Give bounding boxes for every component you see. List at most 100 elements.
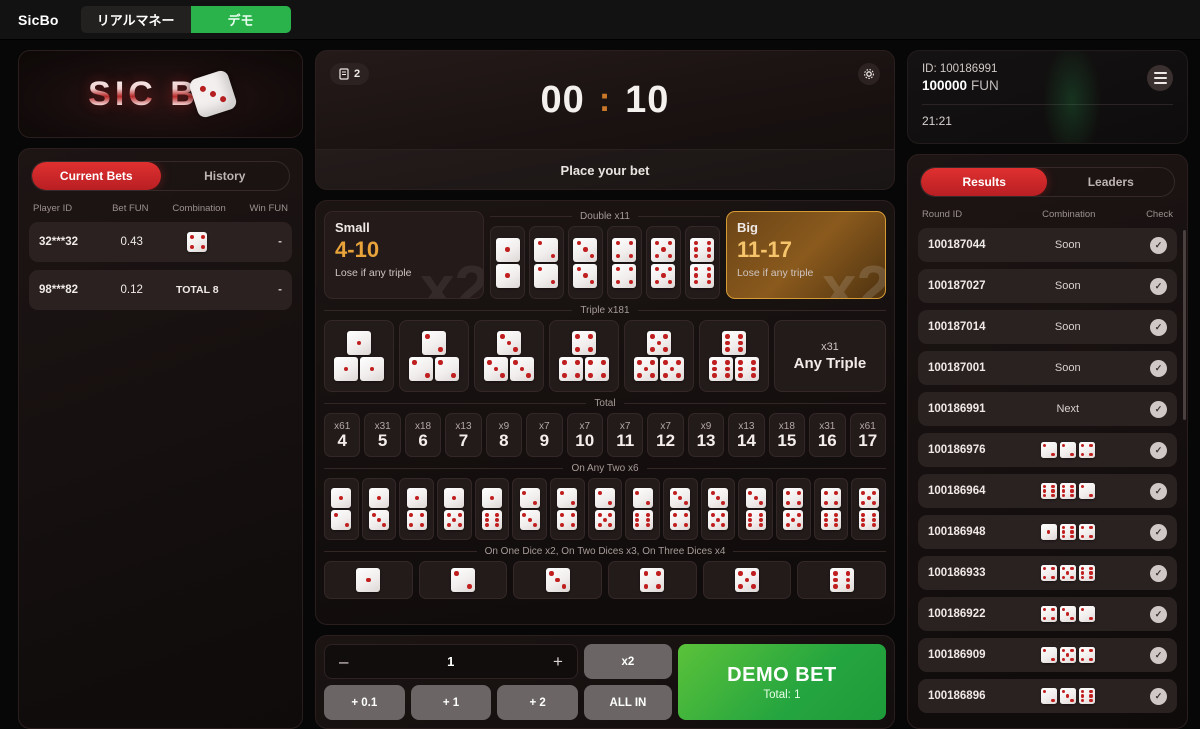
bet-any-two-1-4[interactable] <box>399 478 434 540</box>
bet-any-two-2-6[interactable] <box>625 478 660 540</box>
die-face-2 <box>632 488 653 508</box>
demo-bet-button[interactable]: DEMO BET Total: 1 <box>677 644 886 720</box>
bet-any-two-2-3[interactable] <box>512 478 547 540</box>
die-face-3 <box>483 357 508 381</box>
bet-any-two-2-4[interactable] <box>549 478 585 540</box>
bet-amount-value[interactable]: 1 <box>447 654 454 669</box>
bet-total-7[interactable]: x13 7 <box>445 413 482 457</box>
total-multiplier: x31 <box>374 420 391 432</box>
die-face-3 <box>745 488 766 508</box>
bet-total-9[interactable]: x7 9 <box>526 413 563 457</box>
total-multiplier: x61 <box>334 420 351 432</box>
bet-single-6[interactable] <box>797 561 886 599</box>
results-tabs: Results Leaders <box>919 167 1175 197</box>
bet-small[interactable]: Small 4-10 Lose if any triple x2 <box>324 211 485 299</box>
bet-double-1[interactable] <box>490 226 525 299</box>
die-face-1 <box>331 488 352 508</box>
result-row: 100187027 Soon ✓ <box>917 269 1177 303</box>
bet-triple-3[interactable] <box>473 320 544 392</box>
bet-total-4[interactable]: x61 4 <box>324 413 361 457</box>
bet-single-2[interactable] <box>418 561 508 599</box>
bet-double-6[interactable] <box>684 226 720 299</box>
bet-triple-2[interactable] <box>399 320 469 392</box>
tab-results[interactable]: Results <box>920 168 1048 196</box>
check-circle-icon[interactable]: ✓ <box>1150 605 1167 623</box>
quick-add-1-button[interactable]: + 1 <box>410 685 492 720</box>
check-circle-icon[interactable]: ✓ <box>1150 523 1167 541</box>
bet-any-two-3-4[interactable] <box>662 478 698 540</box>
bet-any-two-5-6[interactable] <box>851 478 886 540</box>
settings-button[interactable] <box>857 63 880 85</box>
check-circle-icon[interactable]: ✓ <box>1150 564 1167 582</box>
bet-triple-6[interactable] <box>698 320 769 392</box>
bet-total-11[interactable]: x7 11 <box>606 413 644 457</box>
bet-total-5[interactable]: x31 5 <box>364 413 401 457</box>
quick-add-0.1-button[interactable]: + 0.1 <box>324 685 405 720</box>
check-circle-icon[interactable]: ✓ <box>1150 482 1167 500</box>
die-face-3 <box>545 568 570 592</box>
tab-leaders[interactable]: Leaders <box>1047 168 1174 196</box>
bet-any-two-1-2[interactable] <box>324 478 359 540</box>
bets-table-body: 32***32 0.43 - 98***82 0.12 TOTAL 8 - <box>19 222 302 310</box>
bet-triple-1[interactable] <box>324 320 394 392</box>
all-in-button[interactable]: ALL IN <box>583 685 672 720</box>
bet-triple-4[interactable] <box>548 320 619 392</box>
check-circle-icon[interactable]: ✓ <box>1150 318 1167 336</box>
tab-current-bets[interactable]: Current Bets <box>32 162 161 190</box>
bet-triple-5[interactable] <box>623 320 694 392</box>
bet-single-5[interactable] <box>702 561 792 599</box>
total-number: 12 <box>656 430 676 450</box>
bet-double-3[interactable] <box>567 226 603 299</box>
tab-real-money[interactable]: リアルマネー <box>80 6 191 33</box>
bet-slips-badge[interactable]: 2 <box>330 63 370 85</box>
bet-total-14[interactable]: x13 14 <box>728 413 765 457</box>
bet-total-10[interactable]: x7 10 <box>566 413 603 457</box>
triple-bottom-pair <box>633 357 684 381</box>
bet-total-12[interactable]: x7 12 <box>647 413 684 457</box>
results-scrollbar[interactable] <box>1183 230 1186 420</box>
bet-total-17[interactable]: x61 17 <box>849 413 886 457</box>
bet-big[interactable]: Big 11-17 Lose if any triple x2 <box>725 211 886 299</box>
check-circle-icon[interactable]: ✓ <box>1150 400 1167 418</box>
bet-any-two-2-5[interactable] <box>587 478 623 540</box>
check-circle-icon[interactable]: ✓ <box>1150 687 1167 705</box>
bet-any-triple[interactable]: x31 Any Triple <box>773 320 886 392</box>
bet-total-6[interactable]: x18 6 <box>404 413 442 457</box>
bet-double-4[interactable] <box>606 226 642 299</box>
any-two-row <box>324 478 886 540</box>
bet-single-3[interactable] <box>513 561 602 599</box>
bet-any-two-3-5[interactable] <box>700 478 736 540</box>
bet-any-two-3-6[interactable] <box>738 478 773 540</box>
check-circle-icon[interactable]: ✓ <box>1150 236 1167 254</box>
result-row: 100186948 ✓ <box>917 515 1177 549</box>
tab-history[interactable]: History <box>161 162 289 190</box>
bet-any-two-1-5[interactable] <box>436 478 472 540</box>
result-combination: Soon <box>1054 321 1081 333</box>
check-circle-icon[interactable]: ✓ <box>1150 441 1167 459</box>
double-bet-button[interactable]: x2 <box>583 644 672 679</box>
check-circle-icon[interactable]: ✓ <box>1150 359 1167 377</box>
bet-single-1[interactable] <box>324 561 413 599</box>
bet-total-8[interactable]: x9 8 <box>485 413 523 457</box>
bet-any-two-4-6[interactable] <box>813 478 849 540</box>
app-brand: SicBo <box>18 11 59 28</box>
die-face-1 <box>495 237 520 262</box>
bet-total-16[interactable]: x31 16 <box>809 413 846 457</box>
tab-demo[interactable]: デモ <box>190 6 291 33</box>
bet-total-15[interactable]: x18 15 <box>768 413 806 457</box>
bet-any-two-1-3[interactable] <box>361 478 397 540</box>
menu-button[interactable] <box>1147 65 1173 91</box>
bet-single-4[interactable] <box>607 561 697 599</box>
bet-total-13[interactable]: x9 13 <box>687 413 725 457</box>
decrement-button[interactable]: – <box>339 652 348 672</box>
quick-add-2-button[interactable]: + 2 <box>497 685 578 720</box>
check-circle-icon[interactable]: ✓ <box>1150 277 1167 295</box>
total-multiplier: x13 <box>455 420 472 432</box>
bet-any-two-1-6[interactable] <box>474 478 510 540</box>
bet-any-two-4-5[interactable] <box>775 478 811 540</box>
check-circle-icon[interactable]: ✓ <box>1150 646 1167 664</box>
increment-button[interactable]: + <box>553 652 563 672</box>
bet-double-5[interactable] <box>645 226 681 299</box>
bet-double-2[interactable] <box>529 226 564 299</box>
gear-icon <box>863 69 874 79</box>
